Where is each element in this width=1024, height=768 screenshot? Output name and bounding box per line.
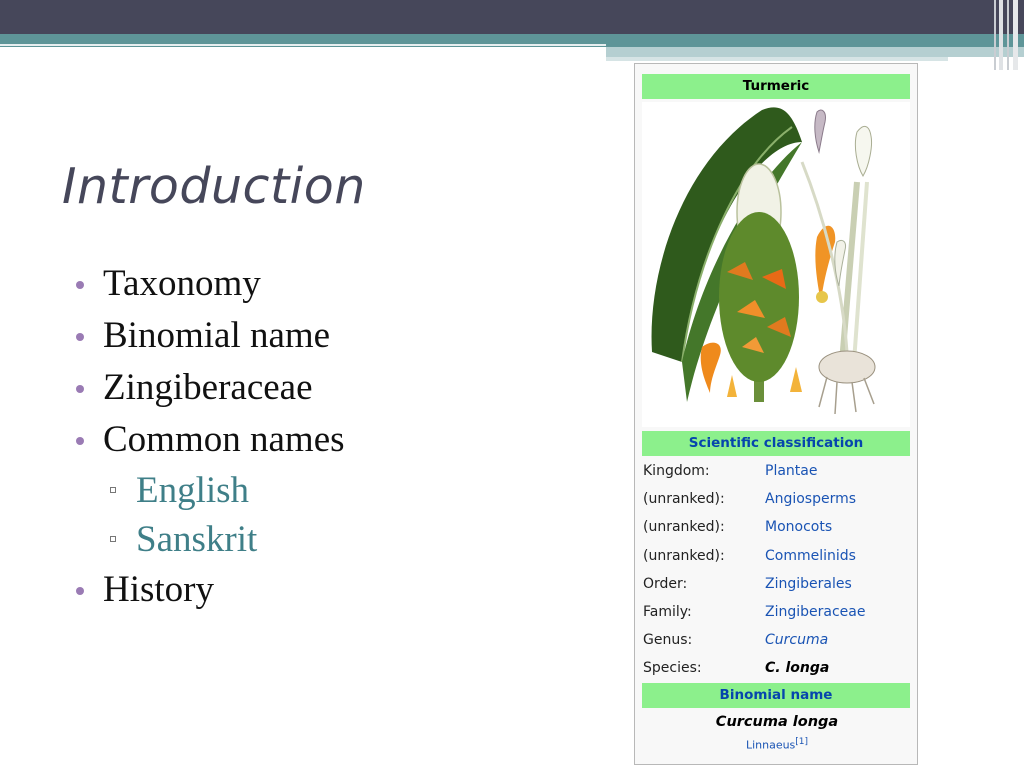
classification-row: Family: Zingiberaceae	[643, 598, 911, 626]
classification-header: Scientific classification	[642, 431, 910, 456]
classification-row: Species: C. longa	[643, 654, 911, 682]
header-band-light	[606, 47, 1024, 57]
bullet-text: Zingiberaceae	[103, 367, 313, 408]
classification-value-link[interactable]: Zingiberales	[765, 570, 852, 598]
bullet-text: Taxonomy	[103, 263, 261, 304]
classification-row: Kingdom: Plantae	[643, 457, 911, 485]
turmeric-plant-illustration	[642, 102, 910, 427]
bullet-item: Taxonomy	[76, 258, 345, 310]
bullet-text: Common names	[103, 419, 345, 460]
taxonomy-infobox: Turmeric Scientific classification Kingd…	[634, 63, 918, 765]
classification-row: (unranked): Commelinids	[643, 542, 911, 570]
bullet-item: History	[76, 564, 345, 616]
sub-bullet-text: English	[136, 470, 250, 511]
classification-row: Order: Zingiberales	[643, 570, 911, 598]
bullet-list: Taxonomy Binomial name Zingiberaceae Com…	[76, 258, 345, 616]
header-vertical-stripe	[999, 0, 1003, 70]
bullet-dot-icon	[76, 281, 84, 289]
binomial-name: Curcuma longa	[715, 714, 839, 730]
bullet-dot-icon	[76, 385, 84, 393]
reference-link[interactable]: [1]	[795, 737, 808, 747]
classification-rank: Species:	[643, 660, 702, 676]
bullet-dot-icon	[76, 437, 84, 445]
classification-value-link[interactable]: Monocots	[765, 513, 832, 541]
classification-value-link[interactable]: Plantae	[765, 457, 817, 485]
bullet-item: Common names	[76, 414, 345, 466]
header-vertical-stripe	[994, 0, 996, 70]
classification-value-link[interactable]: Zingiberaceae	[765, 598, 865, 626]
bullet-text: History	[103, 569, 214, 610]
classification-row: (unranked): Angiosperms	[643, 485, 911, 513]
header-vertical-stripe	[1007, 0, 1009, 70]
header-vertical-stripe	[1013, 0, 1018, 70]
sub-bullet-text: Sanskrit	[136, 519, 258, 560]
bullet-item: Zingiberaceae	[76, 362, 345, 414]
authority-link[interactable]: Linnaeus	[746, 739, 795, 752]
header-band-lighter	[606, 57, 948, 61]
classification-row: Genus: Curcuma	[643, 626, 911, 654]
classification-value-link[interactable]: Curcuma	[765, 626, 828, 654]
header-highlight-line	[0, 44, 606, 46]
bullet-item: Binomial name	[76, 310, 345, 362]
sub-bullet-item: English	[76, 466, 345, 515]
classification-rank: Kingdom:	[643, 463, 710, 479]
bullet-dot-icon	[76, 587, 84, 595]
classification-rank: Family:	[643, 604, 692, 620]
header-band-dark	[0, 0, 1024, 34]
binomial-header: Binomial name	[642, 683, 910, 708]
bullet-dot-icon	[76, 333, 84, 341]
classification-rank: (unranked):	[643, 519, 725, 535]
sub-bullet-item: Sanskrit	[76, 515, 345, 564]
classification-rank: (unranked):	[643, 548, 725, 564]
classification-rank: Genus:	[643, 632, 693, 648]
classification-rank: (unranked):	[643, 491, 725, 507]
classification-value: C. longa	[765, 660, 830, 676]
classification-value-link[interactable]: Commelinids	[765, 542, 856, 570]
bullet-text: Binomial name	[103, 315, 331, 356]
sub-bullet-square-icon	[110, 536, 116, 542]
classification-value-link[interactable]: Angiosperms	[765, 485, 856, 513]
classification-rank: Order:	[643, 576, 688, 592]
slide-title: Introduction	[62, 158, 366, 215]
infobox-title: Turmeric	[642, 74, 910, 99]
sub-bullet-square-icon	[110, 487, 116, 493]
classification-row: (unranked): Monocots	[643, 513, 911, 541]
authority: Linnaeus[1]	[635, 737, 919, 752]
